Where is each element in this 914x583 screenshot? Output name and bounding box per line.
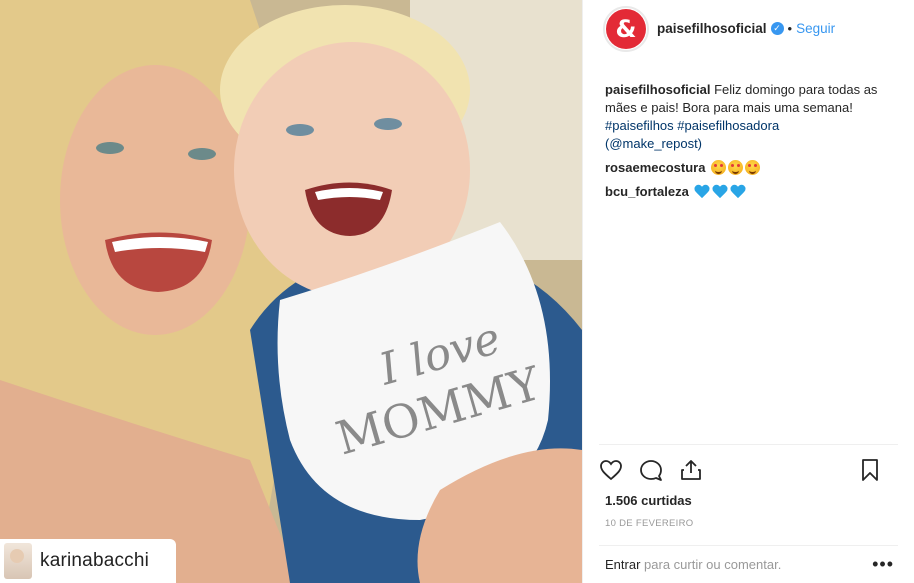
caption-username[interactable]: paisefilhosoficial: [605, 82, 710, 97]
photo-illustration: I love MOMMY: [0, 0, 582, 583]
share-icon: [681, 460, 701, 480]
instagram-post: I love MOMMY karinabacchi & paisefilhoso…: [0, 0, 914, 583]
bookmark-icon: [862, 459, 878, 481]
add-comment-bar: Entrar para curtir ou comentar. •••: [599, 545, 898, 583]
comment-icon: [640, 460, 662, 481]
header-separator: •: [787, 21, 793, 36]
hashtag-link[interactable]: #paisefilhos: [605, 118, 674, 133]
mother-face: [60, 65, 250, 335]
comment-button[interactable]: [639, 455, 679, 485]
blue-heart-emoji-icon: [694, 185, 710, 199]
heart-icon: [600, 460, 622, 481]
verified-badge-icon: ✓: [770, 22, 784, 35]
share-button[interactable]: [679, 455, 719, 485]
follow-button[interactable]: Seguir: [796, 21, 835, 36]
profile-avatar-ring[interactable]: &: [603, 5, 649, 52]
add-comment-text: para curtir ou comentar.: [644, 557, 782, 572]
comment-item: bcu_fortaleza: [605, 183, 892, 201]
heart-eyes-emoji-icon: [745, 160, 761, 175]
likes-count[interactable]: 1.506 curtidas: [599, 485, 898, 508]
comment-username[interactable]: rosaemecostura: [605, 160, 705, 175]
repost-username: karinabacchi: [40, 550, 150, 571]
action-bar: [599, 455, 898, 485]
header-username[interactable]: paisefilhosoficial: [657, 21, 767, 36]
post-actions-section: 1.506 curtidas 10 de fevereiro: [599, 444, 898, 529]
credit-link[interactable]: (@make_repost): [605, 136, 702, 151]
profile-avatar[interactable]: &: [606, 8, 646, 49]
post-header: & paisefilhosoficial ✓ • Seguir: [583, 0, 914, 57]
login-link[interactable]: Entrar: [605, 557, 640, 572]
comments-list: paisefilhosoficial Feliz domingo para to…: [583, 57, 914, 444]
blue-heart-emoji-icon: [730, 185, 746, 199]
blue-heart-emoji-icon: [712, 185, 728, 199]
repost-tag: karinabacchi: [0, 539, 176, 583]
mother-eye-right: [188, 148, 216, 160]
comment-username[interactable]: bcu_fortaleza: [605, 184, 689, 199]
repost-avatar: [4, 543, 32, 579]
baby-eye-left: [286, 124, 314, 136]
baby-eye-right: [374, 118, 402, 130]
hashtag-link[interactable]: #paisefilhosadora: [677, 118, 779, 133]
heart-eyes-emoji-icon: [711, 160, 727, 175]
more-options-icon[interactable]: •••: [872, 554, 898, 575]
post-photo[interactable]: I love MOMMY karinabacchi: [0, 0, 582, 583]
like-button[interactable]: [599, 455, 639, 485]
caption: paisefilhosoficial Feliz domingo para to…: [605, 81, 892, 153]
heart-eyes-emoji-icon: [728, 160, 744, 175]
comment-item: rosaemecostura: [605, 159, 892, 177]
save-button[interactable]: [858, 455, 898, 485]
post-sidebar: & paisefilhosoficial ✓ • Seguir paisefil…: [582, 0, 914, 583]
post-date[interactable]: 10 de fevereiro: [599, 508, 898, 529]
mother-eye-left: [96, 142, 124, 154]
